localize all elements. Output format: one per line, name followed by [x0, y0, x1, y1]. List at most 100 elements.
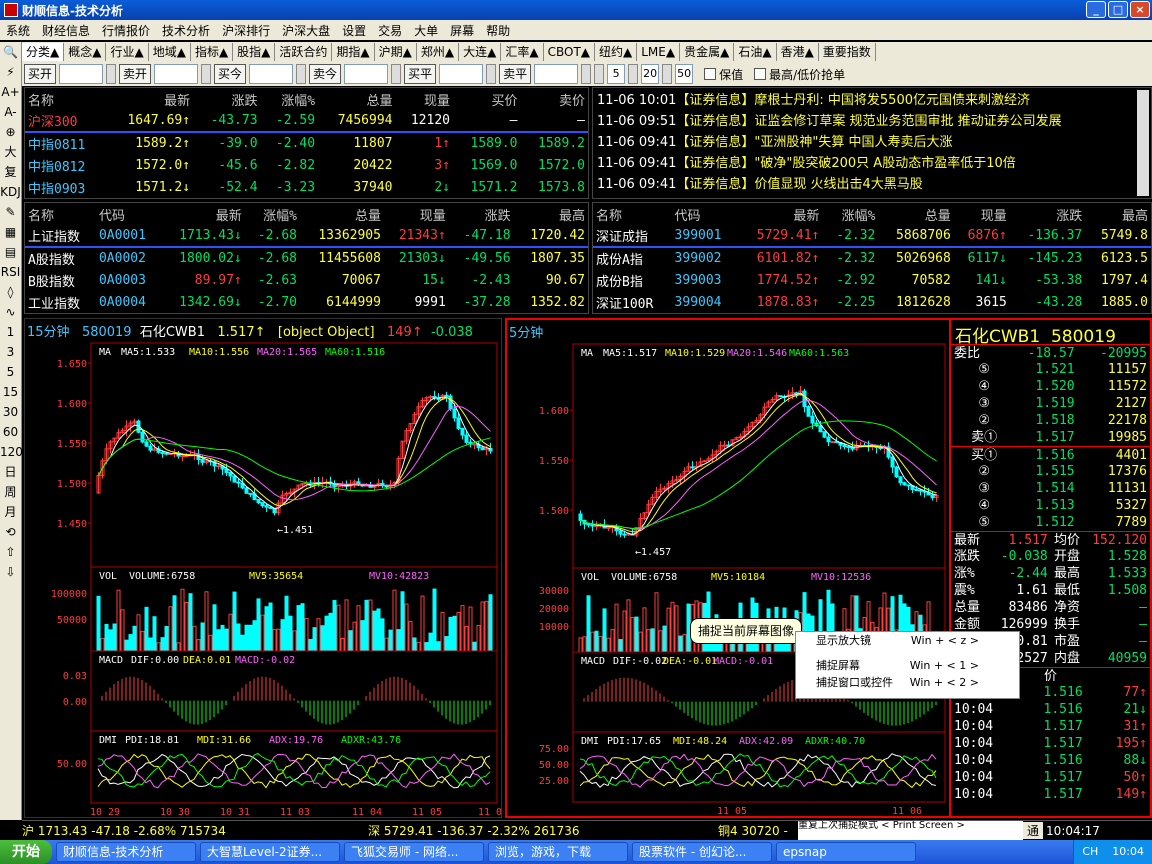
- category-tab[interactable]: 股指▲: [233, 43, 276, 61]
- news-scrollbar[interactable]: [1137, 90, 1149, 196]
- taskbar-item[interactable]: 浏览，游戏，下载: [488, 842, 628, 862]
- toolbar-button[interactable]: ▤: [0, 242, 21, 262]
- category-tab[interactable]: 分类▲: [22, 43, 65, 61]
- news-item[interactable]: 11-06 10:01【证券信息】摩根士丹利: 中国将发5500亿元国债来刺激经…: [597, 90, 1147, 111]
- sell-flat-field[interactable]: [534, 64, 579, 84]
- taskbar-item[interactable]: 飞狐交易师 - 网络...: [344, 842, 484, 862]
- status-tong[interactable]: 通: [1023, 822, 1043, 839]
- taskbar-item[interactable]: 大智慧Level-2证券...: [200, 842, 340, 862]
- number-field-3[interactable]: 50: [675, 64, 694, 84]
- toolbar-button[interactable]: ⊕: [0, 122, 21, 142]
- context-menu-item[interactable]: 捕捉窗口或控件 Win + < 2 >: [796, 674, 1019, 691]
- spin-button[interactable]: [662, 64, 673, 84]
- toolbar-button[interactable]: 月: [0, 502, 21, 522]
- toolbar-button[interactable]: 日: [0, 462, 21, 482]
- category-tab[interactable]: 指标▲: [191, 43, 234, 61]
- toolbar-button[interactable]: ⇧: [0, 542, 21, 562]
- menu-item[interactable]: 屏幕: [444, 22, 480, 39]
- table-row[interactable]: 沪深300 1647.69↑ -43.73 -2.59 7456994 12120 — —: [25, 110, 588, 132]
- menu-item[interactable]: 沪深大盘: [276, 22, 336, 39]
- table-row[interactable]: 成份B指 399003 1774.52↑ -2.92 70582 141↓ -53.38 17…: [593, 269, 1151, 291]
- news-item[interactable]: 11-06 09:41【证券信息】价值显现 火线出击4大黑马股: [597, 174, 1147, 195]
- category-tab[interactable]: 行业▲: [106, 43, 149, 61]
- buy-flat-field[interactable]: [439, 64, 484, 84]
- category-tab[interactable]: 期指▲: [332, 43, 375, 61]
- menu-item[interactable]: 财经信息: [36, 22, 96, 39]
- buy-open-button[interactable]: 买开: [24, 64, 57, 84]
- table-row[interactable]: 中指0812 1572.0↑ -45.6 -2.82 20422 3↑ 1569.0 1572…: [25, 154, 588, 176]
- menu-item[interactable]: 大单: [408, 22, 444, 39]
- context-menu-item[interactable]: 捕捉屏幕 Win + < 1 >: [796, 657, 1019, 674]
- category-tab[interactable]: 郑州▲: [417, 43, 460, 61]
- category-tab[interactable]: 概念▲: [64, 43, 107, 61]
- toolbar-button[interactable]: RSI: [0, 262, 21, 282]
- spin-button[interactable]: [106, 64, 117, 84]
- category-tab[interactable]: CBOT▲: [544, 43, 595, 61]
- context-menu-item[interactable]: 显示放大镜 Win + < z >: [796, 632, 1019, 649]
- toolbar-button[interactable]: 5: [0, 362, 21, 382]
- toolbar-button[interactable]: 3: [0, 342, 21, 362]
- toolbar-button[interactable]: 60: [0, 422, 21, 442]
- sell-today-field[interactable]: [344, 64, 389, 84]
- sell-flat-button[interactable]: 卖平: [499, 64, 532, 84]
- category-tab[interactable]: 贵金属▲: [680, 43, 735, 61]
- toolbar-button[interactable]: ∿: [0, 302, 21, 322]
- toolbar-button[interactable]: ▦: [0, 222, 21, 242]
- table-row[interactable]: A股指数 0A0002 1800.02↓ -2.68 11455608 21303↓ -49…: [25, 247, 588, 269]
- category-tab[interactable]: 重要指数: [819, 43, 876, 61]
- taskbar-item[interactable]: epsnap: [776, 842, 916, 862]
- toolbar-button[interactable]: 大: [0, 142, 21, 162]
- toolbar-button[interactable]: ✎: [0, 202, 21, 222]
- toolbar-button[interactable]: 120: [0, 442, 23, 462]
- menu-item[interactable]: 交易: [372, 22, 408, 39]
- taskbar-item[interactable]: 股票软件 - 创幻论...: [632, 842, 772, 862]
- spin-button[interactable]: [201, 64, 212, 84]
- table-row[interactable]: 深证100R 399004 1878.83↑ -2.25 1812628 3615 -43.…: [593, 291, 1151, 313]
- menu-item[interactable]: 帮助: [480, 22, 516, 39]
- menu-item[interactable]: 系统: [0, 22, 36, 39]
- number-field-2[interactable]: 20: [641, 64, 660, 84]
- table-row[interactable]: 成份A指 399002 6101.82↑ -2.32 5026968 6117↓ -145.…: [593, 247, 1151, 269]
- category-tab[interactable]: 大连▲: [459, 43, 502, 61]
- category-tab[interactable]: 地域▲: [149, 43, 191, 61]
- table-row[interactable]: 上证指数 0A0001 1713.43↓ -2.68 13362905 21343↑ -47…: [25, 225, 588, 247]
- toolbar-button[interactable]: ⇩: [0, 562, 21, 582]
- table-row[interactable]: 深证成指 399001 5729.41↑ -2.32 5868706 6876↑ -136.…: [593, 225, 1151, 247]
- toolbar-button[interactable]: 周: [0, 482, 21, 502]
- input-method-indicator[interactable]: CH: [1082, 845, 1098, 858]
- category-tab[interactable]: 汇率▲: [501, 43, 544, 61]
- news-item[interactable]: 11-06 09:41【证券信息】"破净"股突破200只 A股动态市盈率低于10…: [597, 153, 1147, 174]
- spin-button[interactable]: [594, 64, 605, 84]
- table-row[interactable]: 中指0811 1589.2↑ -39.0 -2.40 11807 1↑ 1589.0 1589…: [25, 132, 588, 154]
- table-row[interactable]: B股指数 0A0003 89.97↑ -2.63 70067 15↓ -2.43 90.67: [25, 269, 588, 291]
- table-row[interactable]: 中指0903 1571.2↓ -52.4 -3.23 37940 2↓ 1571.2 1573…: [25, 176, 588, 198]
- menu-item[interactable]: 设置: [336, 22, 372, 39]
- number-field-1[interactable]: 5: [607, 64, 626, 84]
- table-row[interactable]: 工业指数 0A0004 1342.69↓ -2.70 6144999 9991 -37.28…: [25, 291, 588, 313]
- keep-price-checkbox[interactable]: [704, 68, 717, 80]
- chart-15min[interactable]: 15分钟 580019 石化CWB1 1.517↑ [object Object…: [24, 318, 502, 818]
- start-button[interactable]: 开始: [0, 840, 52, 864]
- sell-open-button[interactable]: 卖开: [119, 64, 152, 84]
- menu-item[interactable]: 行情报价: [96, 22, 156, 39]
- toolbar-button[interactable]: A+: [0, 82, 21, 102]
- high-low-checkbox[interactable]: [754, 68, 767, 80]
- close-button[interactable]: ×: [1130, 1, 1150, 18]
- category-tab[interactable]: 石油▲: [734, 43, 777, 61]
- category-tab[interactable]: 沪期▲: [375, 43, 417, 61]
- spin-button[interactable]: [486, 64, 497, 84]
- category-tab[interactable]: 香港▲: [777, 43, 819, 61]
- spin-button[interactable]: [581, 64, 592, 84]
- toolbar-button[interactable]: ⚡: [0, 62, 21, 82]
- category-tab[interactable]: 纽约▲: [595, 43, 638, 61]
- buy-today-button[interactable]: 买今: [214, 64, 247, 84]
- menu-item[interactable]: 沪深排行: [216, 22, 276, 39]
- news-item[interactable]: 11-06 09:51【证券信息】证监会修订草案 规范业务范围审批 推动证券公司…: [597, 111, 1147, 132]
- category-tab[interactable]: 活跃合约: [275, 43, 333, 61]
- sell-today-button[interactable]: 卖今: [309, 64, 342, 84]
- spin-button[interactable]: [628, 64, 639, 84]
- taskbar-item[interactable]: 财顺信息-技术分析: [56, 842, 196, 862]
- buy-today-field[interactable]: [249, 64, 294, 84]
- sell-open-field[interactable]: [154, 64, 199, 84]
- chart-5min[interactable]: 5分钟 MA MA5:1.517 MA10:1.529 MA20:1.546 MA60:…: [505, 318, 951, 818]
